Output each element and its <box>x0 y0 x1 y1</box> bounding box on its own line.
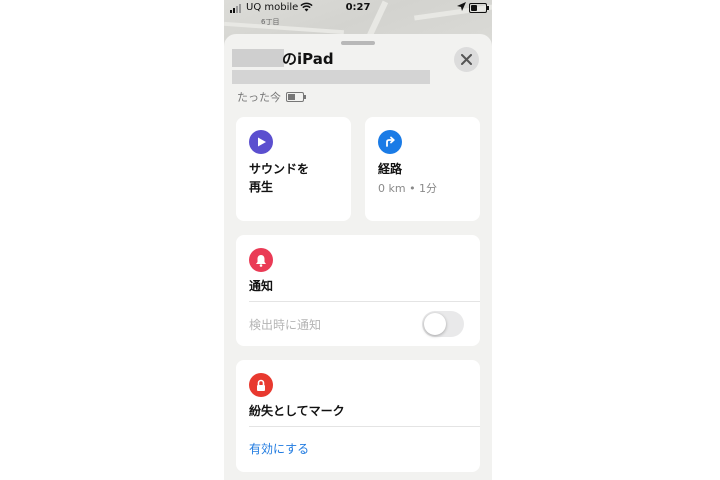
play-sound-label-2: 再生 <box>249 180 274 194</box>
phone-screen: UQ mobile 0:27 6丁目 のiPad たった今 サウンドを 再生 経… <box>224 0 492 480</box>
lost-mode-title: 紛失としてマーク <box>249 404 345 418</box>
play-sound-label-1: サウンドを <box>249 162 310 176</box>
notifications-card: 通知 検出時に通知 <box>236 235 480 346</box>
owner-name-redacted <box>232 49 284 67</box>
play-sound-card[interactable]: サウンドを 再生 <box>236 117 351 221</box>
notifications-divider <box>249 301 480 302</box>
bell-icon <box>249 248 273 272</box>
directions-distance: 0 km • 1分 <box>378 182 438 195</box>
clock: 0:27 <box>345 2 371 13</box>
notifications-title: 通知 <box>249 279 274 293</box>
device-detail-sheet: のiPad たった今 サウンドを 再生 経路 0 km • 1分 通知 検出時に… <box>224 34 492 480</box>
directions-label: 経路 <box>378 162 403 176</box>
lock-icon <box>249 373 273 397</box>
sheet-grabber[interactable] <box>341 41 375 45</box>
directions-icon <box>378 130 402 154</box>
enable-lost-mode-link[interactable]: 有効にする <box>249 440 309 457</box>
close-button[interactable] <box>454 47 479 72</box>
last-seen-text: たった今 <box>237 91 281 104</box>
status-bar: UQ mobile 0:27 <box>224 0 492 16</box>
close-icon <box>461 54 472 65</box>
device-battery-icon <box>286 92 306 102</box>
battery-icon <box>469 3 489 13</box>
last-seen: たった今 <box>237 89 306 105</box>
directions-card[interactable]: 経路 0 km • 1分 <box>365 117 480 221</box>
notify-when-found-label: 検出時に通知 <box>249 318 322 332</box>
play-icon <box>249 130 273 154</box>
location-arrow-icon <box>457 2 466 14</box>
lost-mode-card: 紛失としてマーク 有効にする <box>236 360 480 472</box>
notify-when-found-toggle[interactable] <box>422 311 464 337</box>
lost-mode-divider <box>249 426 480 427</box>
map-place-label: 6丁目 <box>261 18 280 26</box>
device-title: のiPad <box>282 50 334 68</box>
address-redacted <box>232 70 430 84</box>
